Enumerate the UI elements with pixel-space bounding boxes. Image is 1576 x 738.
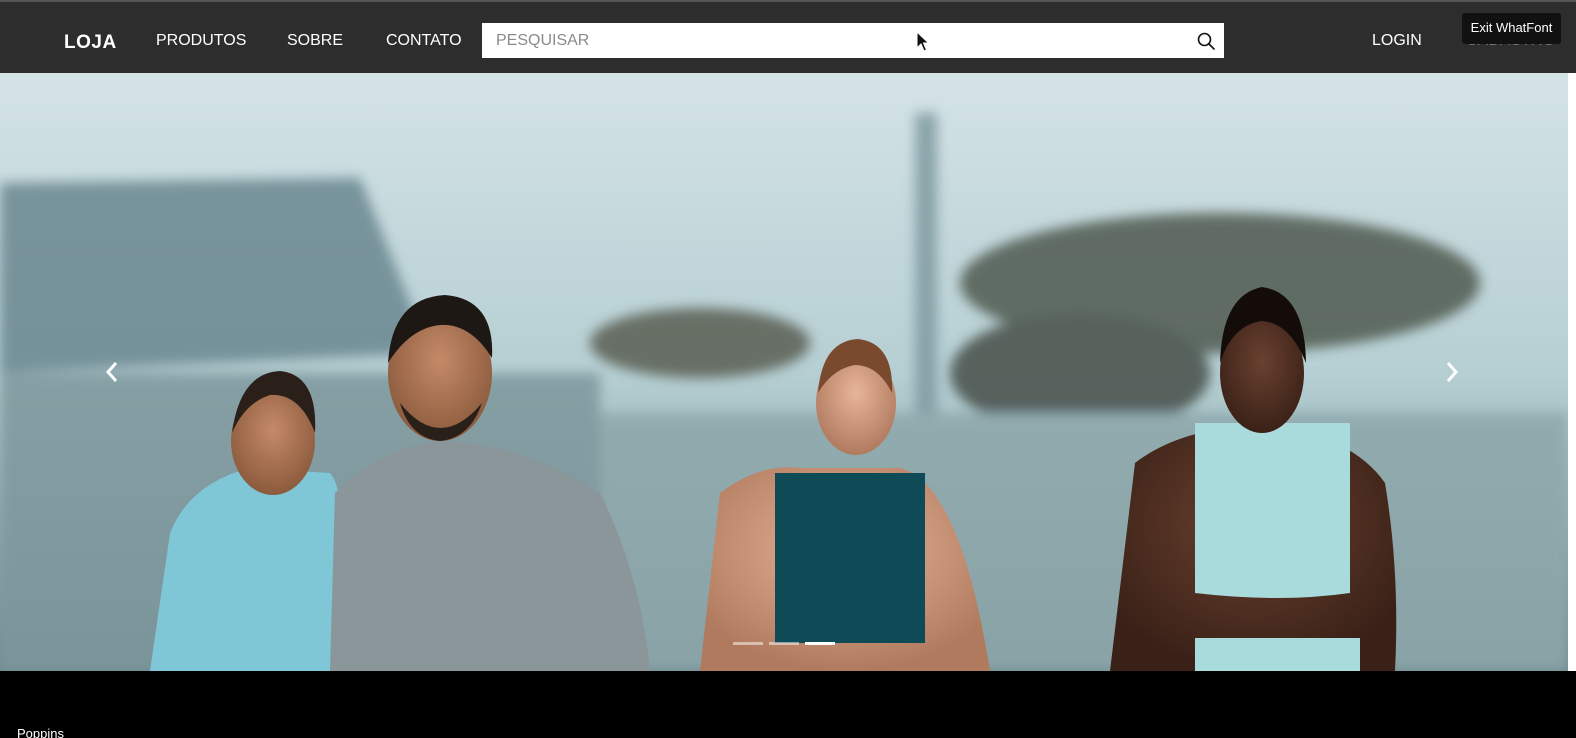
nav-link-produtos[interactable]: PRODUTOS [156, 32, 246, 50]
brand-logo[interactable]: LOJA [64, 32, 117, 54]
page: LOJA PRODUTOS SOBRE CONTATO LOGIN CADAST… [0, 0, 1576, 738]
search-icon[interactable] [1196, 31, 1216, 51]
nav-link-contato[interactable]: CONTATO [386, 32, 462, 50]
carousel-indicator-3-active[interactable] [805, 642, 835, 645]
footer: Poppins [0, 671, 1576, 738]
chevron-right-icon[interactable] [1440, 357, 1464, 387]
mouse-cursor-icon [916, 31, 930, 52]
carousel-indicator-2[interactable] [769, 642, 799, 645]
navbar: LOJA PRODUTOS SOBRE CONTATO LOGIN CADAST… [0, 2, 1576, 73]
login-link[interactable]: LOGIN [1372, 32, 1422, 50]
chevron-left-icon[interactable] [100, 357, 124, 387]
hero-image [0, 73, 1568, 671]
hero-carousel [0, 73, 1568, 671]
search-input[interactable] [482, 23, 1182, 58]
scrollbar-track[interactable] [1568, 73, 1576, 671]
exit-whatfont-button[interactable]: Exit WhatFont [1462, 13, 1561, 44]
whatfont-font-label: Poppins [17, 726, 64, 738]
nav-link-sobre[interactable]: SOBRE [287, 32, 343, 50]
search-box [482, 23, 1224, 58]
carousel-indicator-1[interactable] [733, 642, 763, 645]
